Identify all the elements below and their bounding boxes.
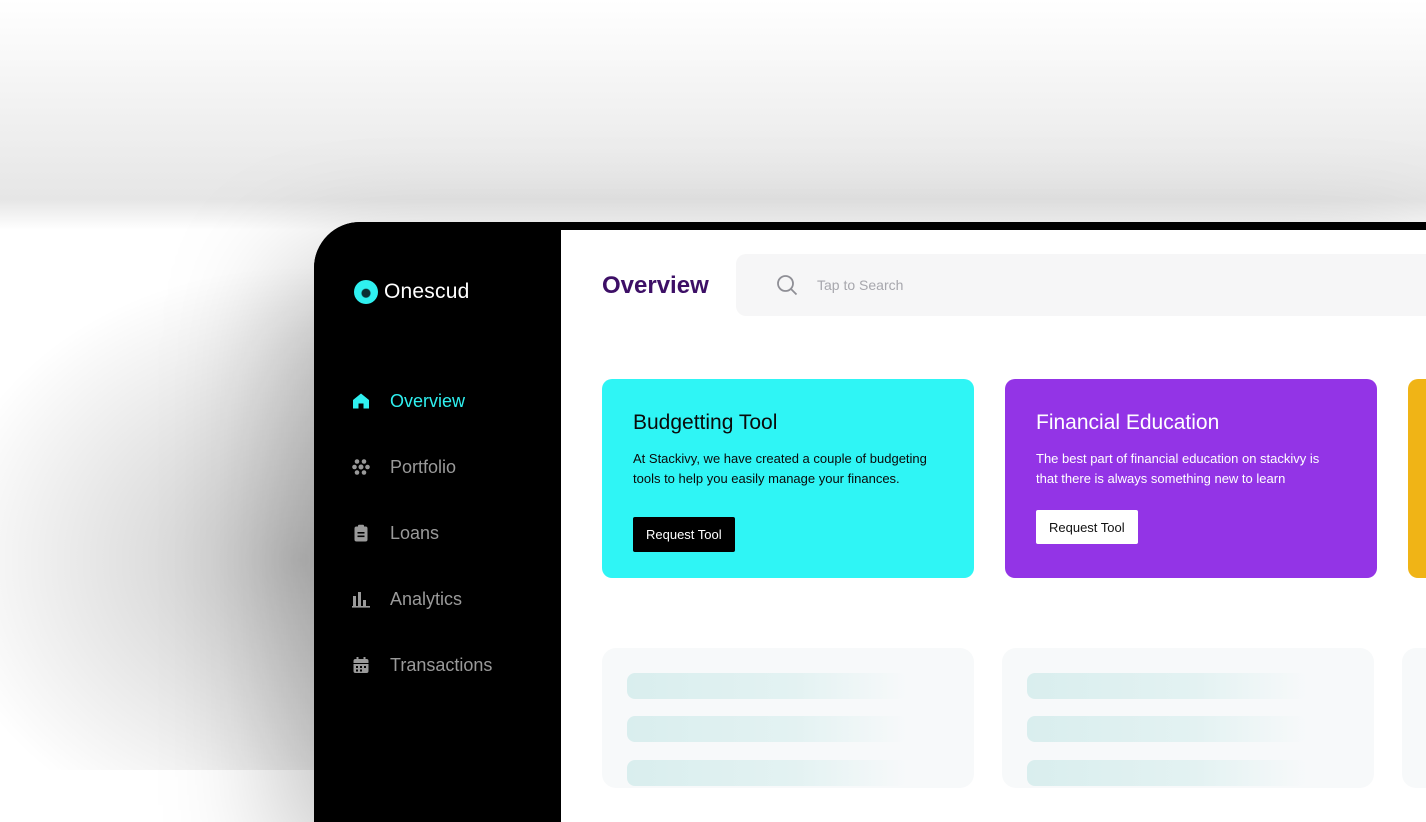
card-description: At Stackivy, we have created a couple of…: [633, 451, 927, 486]
logo-icon: [354, 280, 378, 304]
third-card-partial: [1408, 379, 1426, 578]
skeleton-card: [1402, 648, 1426, 788]
sidebar-item-transactions[interactable]: Transactions: [352, 632, 492, 698]
sidebar-item-overview[interactable]: Overview: [352, 368, 492, 434]
search-bar[interactable]: Tap to Search: [736, 254, 1426, 316]
skeleton-line: [1027, 760, 1307, 786]
app-logo[interactable]: Onescud: [354, 280, 469, 304]
skeleton-line: [627, 716, 907, 742]
sidebar-item-label: Transactions: [390, 654, 493, 675]
search-input[interactable]: Tap to Search: [817, 277, 903, 293]
skeleton-card: [602, 648, 974, 788]
page-title: Overview: [602, 272, 709, 299]
card-title: Financial Education: [1036, 411, 1220, 434]
app-name: Onescud: [384, 280, 470, 303]
home-icon: [352, 392, 370, 410]
sidebar-item-portfolio[interactable]: Portfolio: [352, 434, 492, 500]
financial-education-card: Financial Education The best part of fin…: [1005, 379, 1377, 578]
main-content: Overview Tap to Search Budgetting Tool A…: [561, 230, 1426, 822]
sidebar-nav: Overview Portfolio Loans Analytics Trans…: [352, 368, 492, 698]
skeleton-line: [627, 673, 907, 699]
sidebar-item-loans[interactable]: Loans: [352, 500, 492, 566]
budgeting-tool-card: Budgetting Tool At Stackivy, we have cre…: [602, 379, 974, 578]
app-window: Onescud Overview Portfolio Loans Analyti…: [314, 222, 1426, 822]
calendar-icon: [352, 656, 370, 674]
skeleton-line: [627, 760, 907, 786]
sidebar-item-label: Loans: [390, 522, 440, 543]
sidebar-item-label: Overview: [390, 390, 466, 411]
search-icon: [776, 274, 798, 296]
request-tool-button[interactable]: Request Tool: [1036, 510, 1138, 544]
dots-cluster-icon: [352, 458, 370, 476]
request-tool-button[interactable]: Request Tool: [633, 517, 735, 552]
sidebar: Onescud Overview Portfolio Loans Analyti…: [314, 222, 561, 822]
skeleton-line: [1027, 716, 1307, 742]
sidebar-item-label: Portfolio: [390, 456, 457, 477]
card-description: The best part of financial education on …: [1036, 451, 1320, 486]
clipboard-icon: [352, 524, 370, 542]
sidebar-item-label: Analytics: [390, 588, 463, 609]
sidebar-item-analytics[interactable]: Analytics: [352, 566, 492, 632]
card-title: Budgetting Tool: [633, 411, 778, 434]
skeleton-card: [1002, 648, 1374, 788]
bar-chart-icon: [352, 590, 370, 608]
skeleton-line: [1027, 673, 1307, 699]
